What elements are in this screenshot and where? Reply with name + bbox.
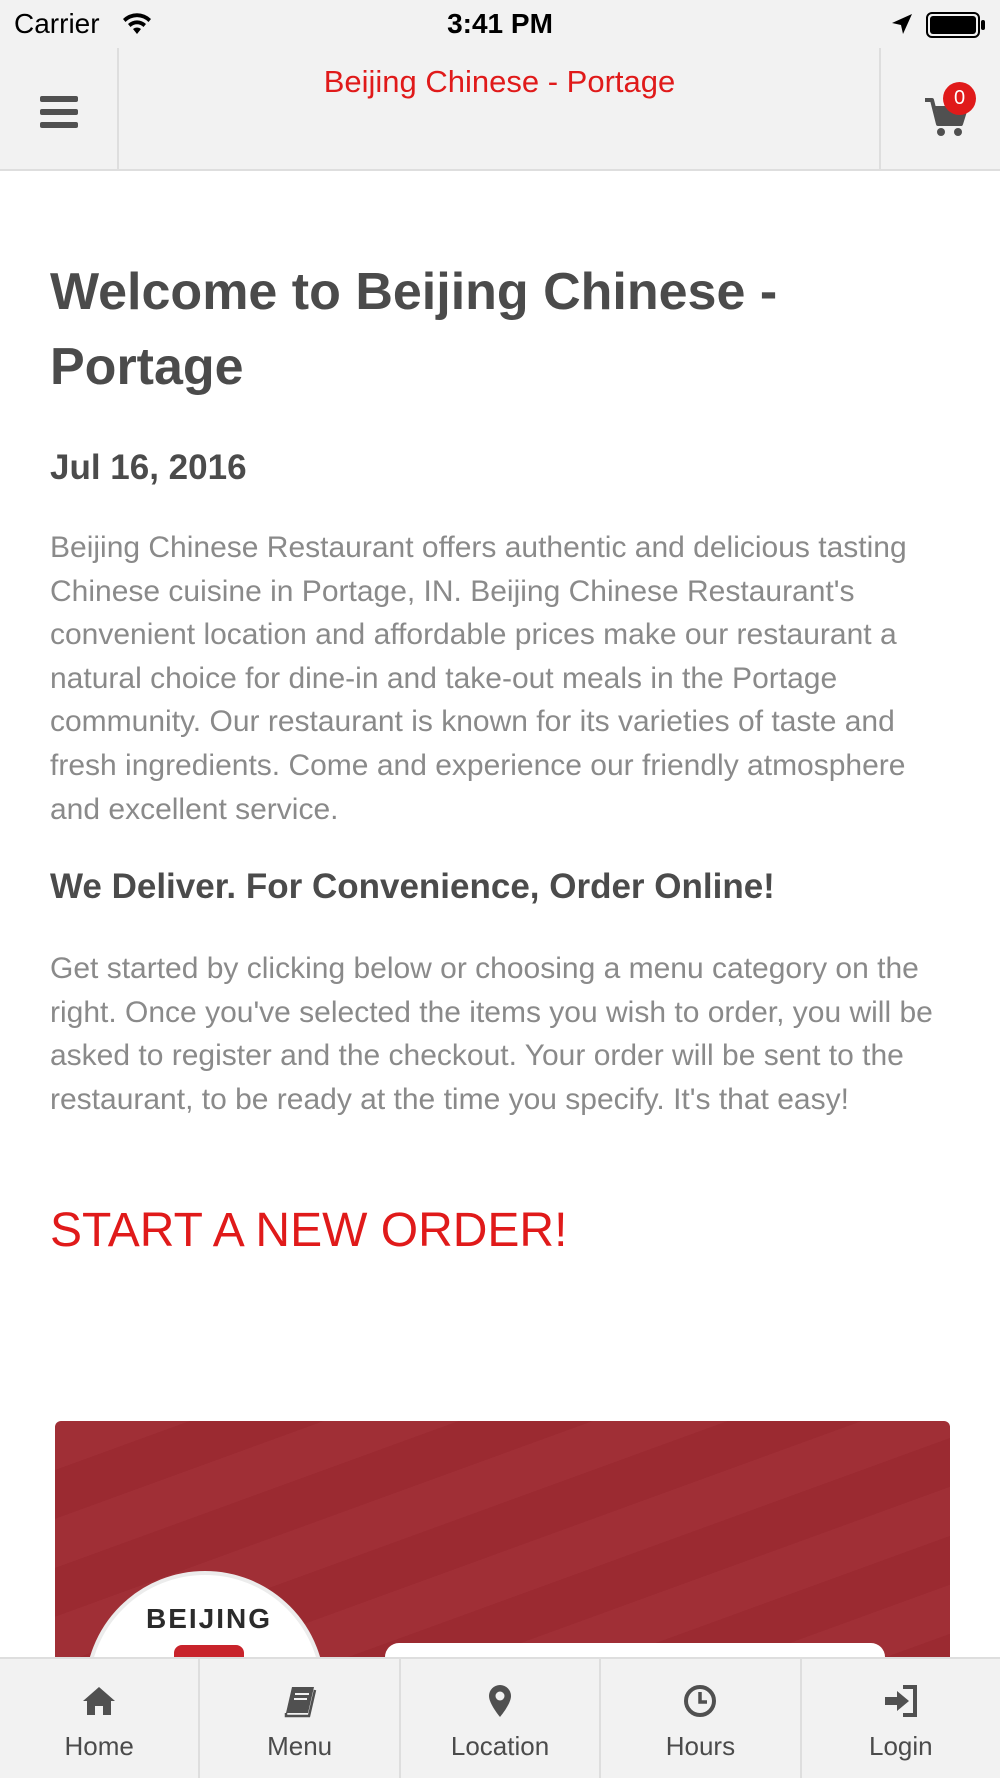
tab-bar: Home Menu Location Hours Login (0, 1657, 1000, 1778)
page-title: Beijing Chinese - Portage (323, 64, 676, 99)
hamburger-icon (40, 96, 78, 128)
post-date: Jul 16, 2016 (50, 448, 247, 487)
tab-location-label: Location (450, 1731, 550, 1761)
tab-login-label: Login (869, 1731, 933, 1761)
tab-home[interactable]: Home (0, 1659, 201, 1778)
intro-paragraph: Beijing Chinese Restaurant offers authen… (50, 531, 907, 826)
tab-menu[interactable]: Menu (200, 1659, 401, 1778)
cart-count-badge: 0 (943, 82, 976, 115)
book-icon (284, 1687, 316, 1718)
deliver-heading: We Deliver. For Convenience, Order Onlin… (50, 867, 775, 906)
tab-hours[interactable]: Hours (601, 1659, 802, 1778)
tab-login[interactable]: Login (802, 1659, 1000, 1778)
battery-icon (926, 12, 985, 38)
sign-in-icon (884, 1685, 917, 1717)
restaurant-banner-image: BEIJING (55, 1421, 950, 1661)
tab-hours-label: Hours (665, 1731, 736, 1761)
clock-icon (684, 1685, 717, 1717)
welcome-heading: Welcome to Beijing Chinese - Portage (50, 263, 778, 396)
start-new-order-link[interactable]: START A NEW ORDER! (50, 1203, 567, 1258)
tab-home-label: Home (64, 1731, 134, 1761)
menu-button[interactable] (0, 48, 119, 169)
location-arrow-icon (892, 14, 912, 34)
instructions-paragraph: Get started by clicking below or choosin… (50, 952, 933, 1116)
nav-bar: Beijing Chinese - Portage 0 (0, 48, 1000, 171)
cart-button[interactable]: 0 (879, 48, 1000, 169)
status-bar: Carrier 3:41 PM (0, 0, 1000, 48)
logo-text: BEIJING (145, 1603, 273, 1634)
tab-location[interactable]: Location (401, 1659, 602, 1778)
restaurant-logo: BEIJING (85, 1571, 325, 1661)
home-icon (83, 1687, 116, 1715)
tab-menu-label: Menu (267, 1731, 333, 1761)
status-time: 3:41 PM (447, 8, 553, 39)
map-pin-icon (489, 1685, 512, 1717)
